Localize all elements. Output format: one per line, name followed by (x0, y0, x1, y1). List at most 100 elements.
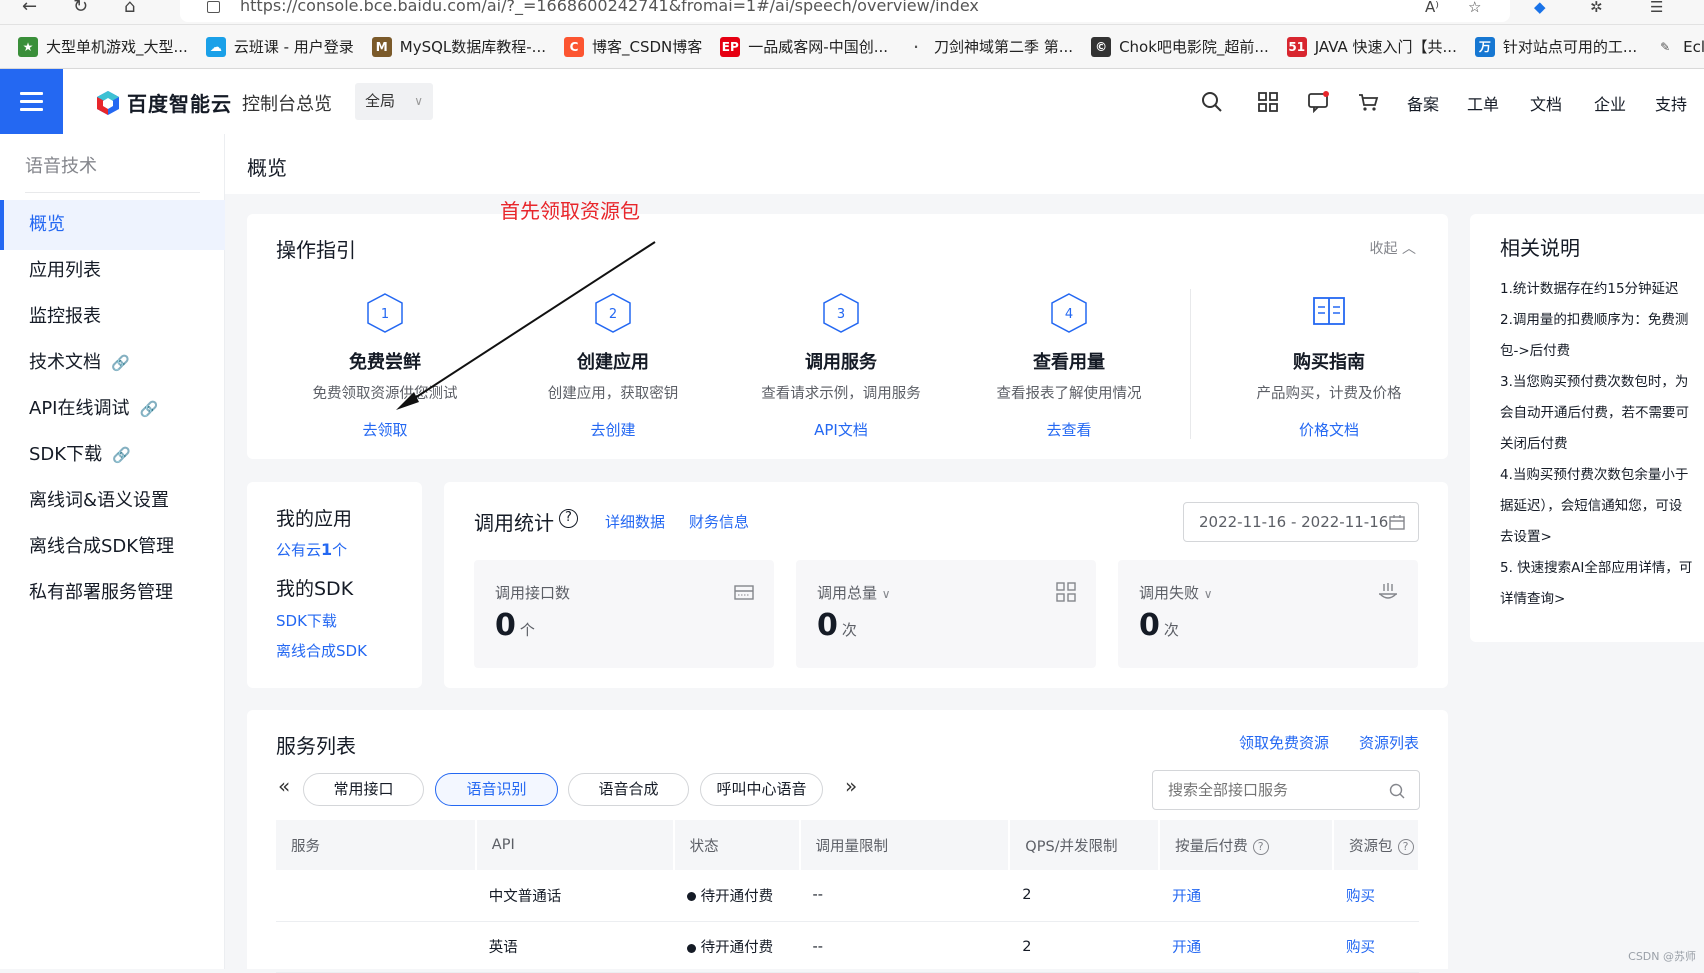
claim-free-link[interactable]: 去领取 (275, 419, 495, 440)
sidebar-item[interactable]: 监控报表 (0, 292, 225, 342)
price-doc-link[interactable]: 价格文档 (1219, 419, 1439, 440)
nav-enterprise-link[interactable]: 企业 (1594, 91, 1626, 115)
service-search-input[interactable] (1153, 771, 1373, 809)
service-search[interactable] (1152, 770, 1420, 810)
nav-support-link[interactable]: 支持 (1655, 91, 1687, 115)
settings-link[interactable]: 去设置> (1500, 522, 1692, 553)
console-overview-link[interactable]: 控制台总览 (242, 90, 332, 116)
site-info-icon[interactable] (207, 1, 220, 13)
bookmark-item[interactable]: 51JAVA 快速入门【共... (1287, 36, 1457, 57)
page-title: 概览 (247, 152, 287, 181)
help-icon[interactable]: ? (1253, 839, 1269, 855)
step-desc: 查看报表了解使用情况 (959, 382, 1179, 403)
finance-info-link[interactable]: 财务信息 (689, 511, 749, 532)
bookmark-item[interactable]: ☁云班课 - 用户登录 (206, 36, 354, 57)
col-qps: QPS/并发限制 (1009, 820, 1159, 870)
favorite-add-icon[interactable]: ☆ (1468, 0, 1481, 14)
sidebar-item-label: 离线合成SDK管理 (29, 536, 174, 557)
create-app-link[interactable]: 去创建 (503, 419, 723, 440)
sidebar-item[interactable]: 应用列表 (0, 246, 225, 296)
bookmark-item[interactable]: EP一品威客网-中国创... (720, 36, 888, 57)
nav-beian-link[interactable]: 备案 (1407, 91, 1439, 115)
sidebar-item[interactable]: 概览 (0, 200, 225, 250)
view-usage-link[interactable]: 去查看 (959, 419, 1179, 440)
sidebar-item-label: 概览 (29, 214, 65, 235)
tab-common[interactable]: 常用接口 (303, 773, 424, 806)
bookmark-item[interactable]: ★大型单机游戏_大型... (18, 36, 188, 57)
bookmark-item[interactable]: C博客_CSDN博客 (564, 36, 702, 57)
stat-label[interactable]: 调用总量 ∨ (817, 582, 891, 603)
api-doc-link[interactable]: API文档 (731, 419, 951, 440)
sidebar-item-label: 私有部署服务管理 (29, 582, 173, 603)
bookmark-label: MySQL数据库教程-... (400, 36, 546, 57)
bookmark-favicon-icon: 万 (1475, 37, 1495, 57)
brand-logo[interactable]: 百度智能云 (95, 88, 232, 117)
sidebar-item-label: 监控报表 (29, 306, 101, 327)
help-icon[interactable]: ? (559, 509, 578, 528)
products-grid-icon[interactable] (1257, 91, 1279, 113)
help-icon[interactable]: ? (1398, 839, 1414, 855)
offline-sdk-link[interactable]: 离线合成SDK (276, 640, 367, 661)
region-select[interactable]: 全局 ∨ (355, 83, 433, 120)
sidebar-item[interactable]: 离线词&语义设置 (0, 476, 225, 526)
guide-title: 操作指引 (276, 234, 356, 263)
note-line: 会自动开通后付费，若不需要可 (1500, 398, 1692, 429)
my-apps-title: 我的应用 (276, 504, 352, 531)
buy-link[interactable]: 购买 (1346, 889, 1375, 905)
tab-call-center[interactable]: 呼叫中心语音 (700, 773, 823, 806)
address-bar[interactable]: https://console.bce.baidu.com/ai/?_=1668… (180, 0, 1510, 22)
resource-list-link[interactable]: 资源列表 (1359, 732, 1419, 753)
sdk-download-link[interactable]: SDK下载 (276, 610, 337, 631)
calendar-icon (1389, 514, 1405, 530)
back-icon[interactable]: ← (22, 0, 37, 14)
activate-link[interactable]: 开通 (1172, 889, 1201, 905)
tab-speech-synthesis[interactable]: 语音合成 (568, 773, 689, 806)
scroll-right-icon[interactable]: » (845, 774, 857, 798)
scroll-left-icon[interactable]: « (278, 774, 290, 798)
sidebar-divider (25, 192, 200, 193)
claim-free-resource-link[interactable]: 领取免费资源 (1239, 732, 1329, 753)
step-4: 4 查看用量 查看报表了解使用情况 去查看 (959, 292, 1179, 440)
my-apps-card: 我的应用 公有云1个 我的SDK SDK下载 离线合成SDK (247, 482, 422, 688)
stat-label[interactable]: 调用失败 ∨ (1139, 582, 1213, 603)
collapse-label: 收起 (1370, 241, 1398, 257)
read-aloud-icon[interactable]: A⁾ (1425, 0, 1439, 14)
search-icon[interactable] (1389, 783, 1405, 799)
external-link-icon: 🔗 (112, 446, 131, 464)
activate-link[interactable]: 开通 (1172, 940, 1201, 956)
buy-link[interactable]: 购买 (1346, 940, 1375, 956)
home-icon[interactable]: ⌂ (124, 0, 135, 14)
cart-icon[interactable] (1357, 91, 1379, 113)
search-icon[interactable] (1201, 91, 1223, 113)
detail-query-link[interactable]: 详情查询> (1500, 584, 1692, 615)
refresh-icon[interactable]: ↻ (73, 0, 88, 14)
tab-speech-recognition[interactable]: 语音识别 (435, 773, 558, 806)
nav-docs-link[interactable]: 文档 (1530, 91, 1562, 115)
favorites-icon[interactable]: ☰ (1650, 0, 1663, 14)
sidebar-item[interactable]: 离线合成SDK管理 (0, 522, 225, 572)
nav-ticket-link[interactable]: 工单 (1467, 91, 1499, 115)
bookmark-item[interactable]: MMySQL数据库教程-... (372, 36, 546, 57)
bookmark-favicon-icon: ★ (18, 37, 38, 57)
public-cloud-apps-link[interactable]: 公有云1个 (276, 539, 347, 560)
extension-icon[interactable]: ◆ (1534, 0, 1546, 14)
limit-cell: -- (800, 921, 1010, 972)
annotation-arrow-icon (390, 238, 660, 413)
bookmark-item[interactable]: 万针对站点可用的工... (1475, 36, 1637, 57)
sidebar-item[interactable]: SDK下载🔗 (0, 430, 225, 480)
menu-icon[interactable] (0, 69, 63, 134)
note-line: 3.当您购买预付费次数包时，为 (1500, 367, 1692, 398)
bookmark-item[interactable]: ✎Ecl (1655, 37, 1704, 57)
sidebar-item[interactable]: API在线调试🔗 (0, 384, 225, 434)
date-range-picker[interactable]: 2022-11-16 - 2022-11-16 (1183, 502, 1419, 542)
detail-data-link[interactable]: 详细数据 (605, 511, 665, 532)
message-icon[interactable] (1307, 91, 1329, 113)
sidebar-item[interactable]: 私有部署服务管理 (0, 568, 225, 618)
bookmark-item[interactable]: ©Chok吧电影院_超前... (1091, 36, 1269, 57)
collapse-button[interactable]: 收起 ︿ (1370, 238, 1416, 258)
extensions-puzzle-icon[interactable]: ✲ (1590, 0, 1603, 14)
sidebar-item[interactable]: 技术文档🔗 (0, 338, 225, 388)
bookmark-item[interactable]: ·刀剑神域第二季 第... (906, 36, 1073, 57)
external-link-icon: 🔗 (111, 354, 130, 372)
col-postpaid: 按量后付费? (1159, 820, 1333, 870)
